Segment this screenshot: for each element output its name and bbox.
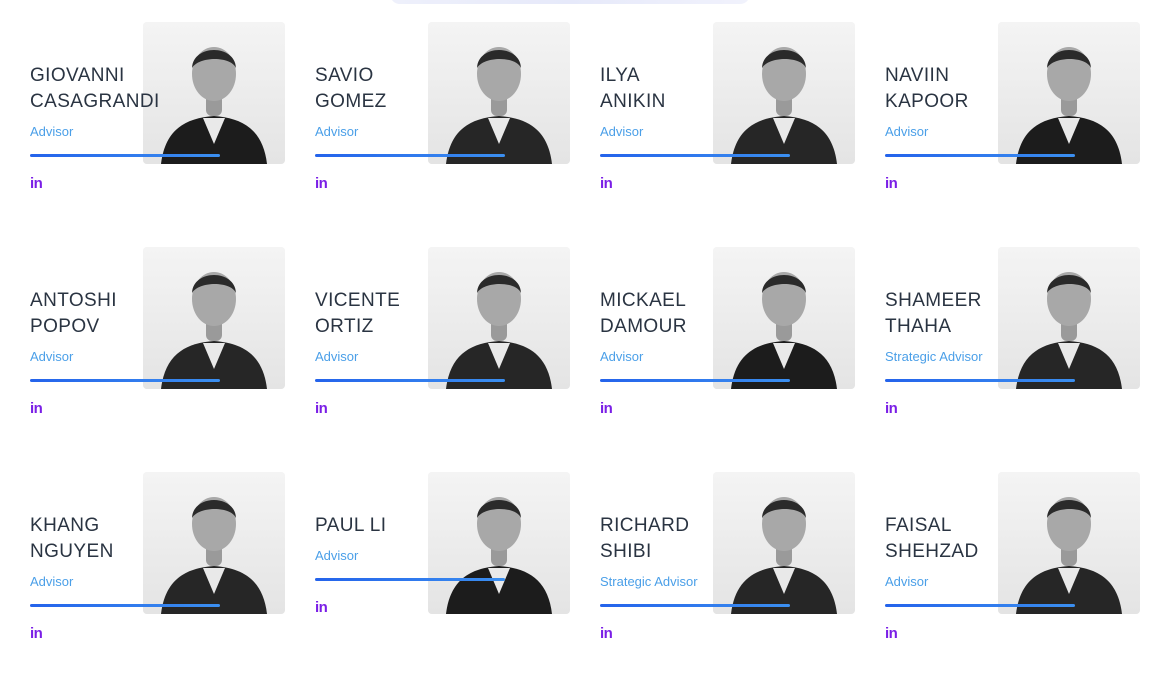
linkedin-icon[interactable]: in bbox=[885, 625, 898, 642]
advisor-role: Advisor bbox=[30, 349, 74, 364]
advisor-underline bbox=[600, 604, 790, 607]
advisor-card: PAUL LI Advisor in bbox=[315, 472, 585, 672]
advisor-name: VICENTE ORTIZ bbox=[315, 290, 401, 337]
advisor-underline bbox=[30, 154, 220, 157]
advisor-name: NAVIIN KAPOOR bbox=[885, 65, 969, 112]
advisor-role: Advisor bbox=[315, 349, 359, 364]
advisor-card: ANTOSHI POPOV Advisor in bbox=[30, 247, 300, 447]
advisor-name: PAUL LI bbox=[315, 515, 387, 536]
advisor-photo bbox=[713, 22, 855, 164]
advisor-photo bbox=[998, 472, 1140, 614]
linkedin-icon[interactable]: in bbox=[315, 599, 328, 616]
advisor-photo bbox=[143, 472, 285, 614]
advisor-role: Advisor bbox=[885, 124, 929, 139]
advisor-card: GIOVANNI CASAGRANDI Advisor in bbox=[30, 22, 300, 222]
advisor-photo bbox=[428, 472, 570, 614]
advisor-card: RICHARD SHIBI Strategic Advisor in bbox=[600, 472, 870, 672]
advisor-role: Strategic Advisor bbox=[600, 574, 698, 589]
advisor-name: GIOVANNI CASAGRANDI bbox=[30, 65, 160, 112]
advisor-card: SHAMEER THAHA Strategic Advisor in bbox=[885, 247, 1155, 447]
advisor-photo bbox=[143, 22, 285, 164]
advisor-role: Advisor bbox=[315, 548, 359, 563]
advisor-name: KHANG NGUYEN bbox=[30, 515, 114, 562]
advisor-name: RICHARD SHIBI bbox=[600, 515, 690, 562]
advisor-name: ANTOSHI POPOV bbox=[30, 290, 117, 337]
advisor-photo bbox=[428, 247, 570, 389]
advisor-role: Advisor bbox=[600, 124, 644, 139]
advisor-role: Advisor bbox=[600, 349, 644, 364]
advisor-role: Advisor bbox=[30, 574, 74, 589]
advisor-photo bbox=[998, 247, 1140, 389]
advisor-name: FAISAL SHEHZAD bbox=[885, 515, 979, 562]
linkedin-icon[interactable]: in bbox=[600, 400, 613, 417]
advisor-role: Advisor bbox=[885, 574, 929, 589]
advisor-underline bbox=[315, 154, 505, 157]
advisor-photo bbox=[998, 22, 1140, 164]
advisor-name: SHAMEER THAHA bbox=[885, 290, 982, 337]
linkedin-icon[interactable]: in bbox=[315, 175, 328, 192]
advisor-photo bbox=[713, 472, 855, 614]
advisor-card: MICKAEL DAMOUR Advisor in bbox=[600, 247, 870, 447]
advisor-card: VICENTE ORTIZ Advisor in bbox=[315, 247, 585, 447]
advisor-underline bbox=[885, 379, 1075, 382]
advisor-underline bbox=[885, 154, 1075, 157]
advisor-role: Advisor bbox=[30, 124, 74, 139]
advisor-card: ILYA ANIKIN Advisor in bbox=[600, 22, 870, 222]
linkedin-icon[interactable]: in bbox=[600, 175, 613, 192]
advisor-role: Advisor bbox=[315, 124, 359, 139]
advisor-card: FAISAL SHEHZAD Advisor in bbox=[885, 472, 1155, 672]
advisor-underline bbox=[600, 154, 790, 157]
advisor-underline bbox=[600, 379, 790, 382]
advisor-name: ILYA ANIKIN bbox=[600, 65, 666, 112]
advisor-photo bbox=[428, 22, 570, 164]
advisor-underline bbox=[885, 604, 1075, 607]
advisor-card: KHANG NGUYEN Advisor in bbox=[30, 472, 300, 672]
advisor-underline bbox=[315, 379, 505, 382]
advisor-underline bbox=[30, 379, 220, 382]
linkedin-icon[interactable]: in bbox=[315, 400, 328, 417]
advisor-underline bbox=[30, 604, 220, 607]
advisor-name: MICKAEL DAMOUR bbox=[600, 290, 687, 337]
advisor-photo bbox=[143, 247, 285, 389]
linkedin-icon[interactable]: in bbox=[30, 175, 43, 192]
advisors-grid: GIOVANNI CASAGRANDI Advisor in SAVIO GOMEZ… bbox=[0, 0, 1157, 678]
linkedin-icon[interactable]: in bbox=[30, 400, 43, 417]
advisor-role: Strategic Advisor bbox=[885, 349, 983, 364]
advisor-underline bbox=[315, 578, 505, 581]
advisor-name: SAVIO GOMEZ bbox=[315, 65, 387, 112]
linkedin-icon[interactable]: in bbox=[600, 625, 613, 642]
advisor-photo bbox=[713, 247, 855, 389]
advisor-card: SAVIO GOMEZ Advisor in bbox=[315, 22, 585, 222]
advisor-card: NAVIIN KAPOOR Advisor in bbox=[885, 22, 1155, 222]
linkedin-icon[interactable]: in bbox=[885, 175, 898, 192]
linkedin-icon[interactable]: in bbox=[30, 625, 43, 642]
linkedin-icon[interactable]: in bbox=[885, 400, 898, 417]
